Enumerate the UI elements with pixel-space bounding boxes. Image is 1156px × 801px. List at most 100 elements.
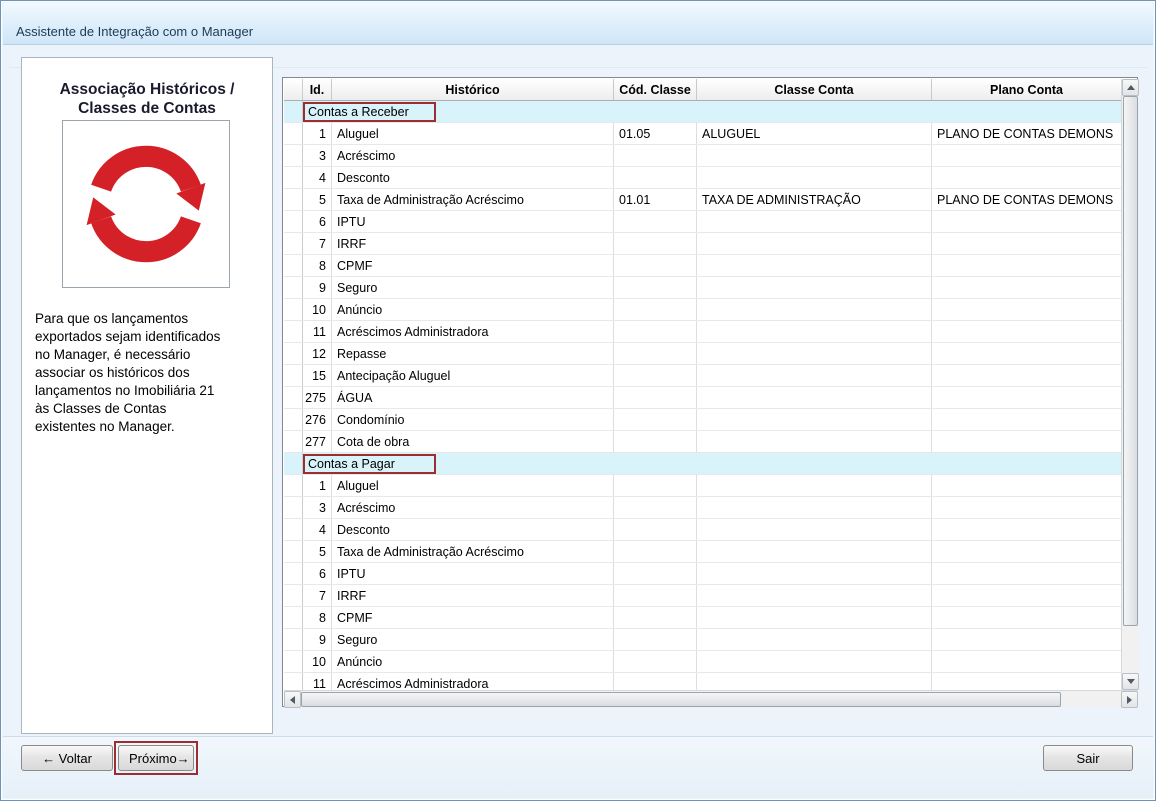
table-row[interactable]: 275 ÁGUA <box>284 387 1121 409</box>
row-selector-cell[interactable] <box>284 321 303 342</box>
cell-classe-conta <box>697 343 932 364</box>
cell-cod-classe <box>614 519 697 540</box>
row-selector-cell[interactable] <box>284 431 303 452</box>
vertical-scroll-thumb[interactable] <box>1123 96 1138 626</box>
table-row[interactable]: 5 Taxa de Administração Acréscimo 01.01 TAX… <box>284 189 1121 211</box>
cell-id: 5 <box>303 541 332 562</box>
column-header-id[interactable]: Id. <box>303 79 332 100</box>
next-button[interactable]: Próximo→ <box>118 745 194 771</box>
row-selector-cell[interactable] <box>284 629 303 650</box>
table-row[interactable]: 8 CPMF <box>284 255 1121 277</box>
column-header-classe-conta[interactable]: Classe Conta <box>697 79 932 100</box>
scroll-left-button[interactable] <box>284 691 301 708</box>
column-header-historico[interactable]: Histórico <box>332 79 614 100</box>
cell-historico: Aluguel <box>332 475 614 496</box>
table-row[interactable]: 6 IPTU <box>284 211 1121 233</box>
row-selector-cell[interactable] <box>284 167 303 188</box>
horizontal-scrollbar[interactable] <box>284 690 1138 708</box>
row-selector-cell[interactable] <box>284 409 303 430</box>
triangle-down-icon <box>1126 679 1135 684</box>
row-selector-cell[interactable] <box>284 299 303 320</box>
row-selector-cell[interactable] <box>284 101 303 122</box>
cell-historico: Taxa de Administração Acréscimo <box>332 189 614 210</box>
table-row[interactable]: 8 CPMF <box>284 607 1121 629</box>
table-row[interactable]: 1 Aluguel <box>284 475 1121 497</box>
wizard-window: Assistente de Integração com o Manager A… <box>0 0 1156 801</box>
column-header-plano-conta[interactable]: Plano Conta <box>932 79 1121 100</box>
back-button[interactable]: ← Voltar <box>21 745 113 771</box>
table-row[interactable]: 7 IRRF <box>284 585 1121 607</box>
table-row[interactable]: 1 Aluguel 01.05 ALUGUEL PLANO DE CONTAS DEMO… <box>284 123 1121 145</box>
scroll-down-button[interactable] <box>1122 673 1139 690</box>
cell-cod-classe <box>614 277 697 298</box>
cell-classe-conta <box>697 387 932 408</box>
row-selector-cell[interactable] <box>284 607 303 628</box>
row-selector-cell[interactable] <box>284 123 303 144</box>
row-selector-cell[interactable] <box>284 519 303 540</box>
table-row[interactable]: 3 Acréscimo <box>284 145 1121 167</box>
table-row[interactable]: 10 Anúncio <box>284 651 1121 673</box>
exit-button[interactable]: Sair <box>1043 745 1133 771</box>
group-header-row[interactable]: Contas a Pagar <box>284 453 1121 475</box>
table-row[interactable]: 9 Seguro <box>284 629 1121 651</box>
cell-id: 8 <box>303 607 332 628</box>
row-selector-cell[interactable] <box>284 365 303 386</box>
horizontal-scroll-thumb[interactable] <box>301 692 1061 707</box>
header-selector-cell <box>284 79 303 100</box>
table-row[interactable]: 276 Condomínio <box>284 409 1121 431</box>
row-selector-cell[interactable] <box>284 497 303 518</box>
cell-id: 3 <box>303 145 332 166</box>
table-row[interactable]: 11 Acréscimos Administradora <box>284 673 1121 690</box>
row-selector-cell[interactable] <box>284 343 303 364</box>
row-selector-cell[interactable] <box>284 145 303 166</box>
title-bar[interactable]: Assistente de Integração com o Manager <box>3 3 1153 45</box>
row-selector-cell[interactable] <box>284 255 303 276</box>
scroll-right-button[interactable] <box>1121 691 1138 708</box>
cell-plano-conta <box>932 607 1121 628</box>
cell-cod-classe <box>614 409 697 430</box>
column-header-cod-classe[interactable]: Cód. Classe <box>614 79 697 100</box>
table-row[interactable]: 12 Repasse <box>284 343 1121 365</box>
row-selector-cell[interactable] <box>284 651 303 672</box>
row-selector-cell[interactable] <box>284 673 303 690</box>
cell-historico: Aluguel <box>332 123 614 144</box>
cell-historico: IPTU <box>332 211 614 232</box>
row-selector-cell[interactable] <box>284 211 303 232</box>
row-selector-cell[interactable] <box>284 277 303 298</box>
cell-cod-classe <box>614 299 697 320</box>
row-selector-cell[interactable] <box>284 475 303 496</box>
vertical-scrollbar[interactable] <box>1121 79 1139 690</box>
grid-body: Contas a Receber 1 Aluguel 01.05 ALUGUEL PLAN… <box>284 101 1121 690</box>
table-row[interactable]: 3 Acréscimo <box>284 497 1121 519</box>
row-selector-cell[interactable] <box>284 233 303 254</box>
table-row[interactable]: 15 Antecipação Aluguel <box>284 365 1121 387</box>
table-row[interactable]: 277 Cota de obra <box>284 431 1121 453</box>
table-row[interactable]: 4 Desconto <box>284 167 1121 189</box>
cell-cod-classe <box>614 607 697 628</box>
sidebar-heading: Associação Históricos / Classes de Conta… <box>59 81 235 117</box>
row-selector-cell[interactable] <box>284 563 303 584</box>
table-row[interactable]: 6 IPTU <box>284 563 1121 585</box>
cell-id: 1 <box>303 475 332 496</box>
cell-classe-conta <box>697 145 932 166</box>
cell-plano-conta <box>932 651 1121 672</box>
table-row[interactable]: 7 IRRF <box>284 233 1121 255</box>
group-header-row[interactable]: Contas a Receber <box>284 101 1121 123</box>
row-selector-cell[interactable] <box>284 541 303 562</box>
cell-classe-conta <box>697 673 932 690</box>
cell-cod-classe <box>614 211 697 232</box>
table-row[interactable]: 9 Seguro <box>284 277 1121 299</box>
row-selector-cell[interactable] <box>284 585 303 606</box>
table-row[interactable]: 4 Desconto <box>284 519 1121 541</box>
scroll-up-button[interactable] <box>1122 79 1139 96</box>
table-row[interactable]: 5 Taxa de Administração Acréscimo <box>284 541 1121 563</box>
group-label: Contas a Pagar <box>308 456 395 471</box>
table-row[interactable]: 11 Acréscimos Administradora <box>284 321 1121 343</box>
cell-id: 6 <box>303 211 332 232</box>
row-selector-cell[interactable] <box>284 453 303 474</box>
row-selector-cell[interactable] <box>284 387 303 408</box>
cell-id: 4 <box>303 519 332 540</box>
cell-classe-conta <box>697 409 932 430</box>
row-selector-cell[interactable] <box>284 189 303 210</box>
table-row[interactable]: 10 Anúncio <box>284 299 1121 321</box>
